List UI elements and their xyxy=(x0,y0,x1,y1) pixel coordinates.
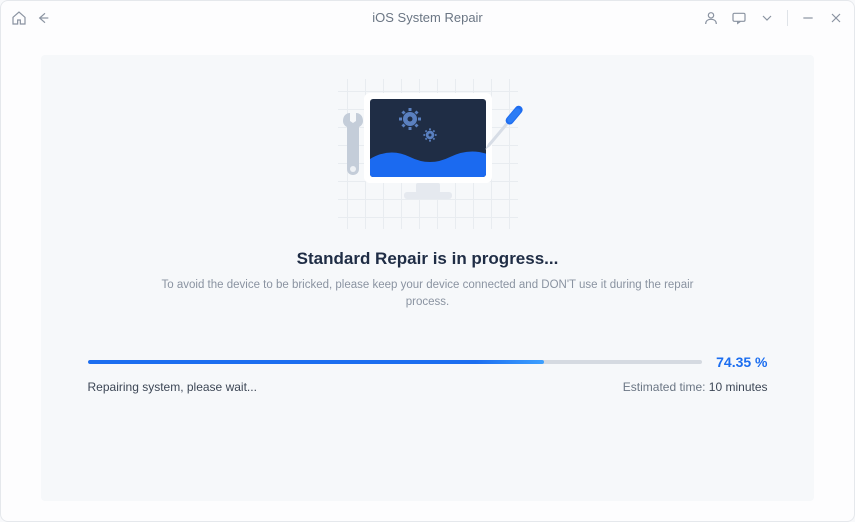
titlebar-right xyxy=(566,10,844,26)
titlebar: iOS System Repair xyxy=(1,1,854,35)
content: Standard Repair is in progress... To avo… xyxy=(1,35,854,521)
progress-status-text: Repairing system, please wait... xyxy=(88,380,257,394)
estimated-time: Estimated time: 10 minutes xyxy=(623,380,768,394)
titlebar-divider xyxy=(787,10,788,26)
wrench-icon xyxy=(336,109,376,194)
progress-heading: Standard Repair is in progress... xyxy=(297,249,559,269)
titlebar-left xyxy=(11,10,289,26)
progress-percent: 74.35 % xyxy=(716,354,767,370)
progress-area: 74.35 % Repairing system, please wait...… xyxy=(88,354,768,394)
screwdriver-icon xyxy=(470,97,530,172)
close-button[interactable] xyxy=(828,10,844,26)
repair-illustration xyxy=(338,79,518,229)
chevron-down-icon[interactable] xyxy=(759,10,775,26)
minimize-button[interactable] xyxy=(800,10,816,26)
progress-bar xyxy=(88,360,703,364)
back-icon[interactable] xyxy=(35,10,51,26)
user-icon[interactable] xyxy=(703,10,719,26)
estimated-time-label: Estimated time: xyxy=(623,380,709,394)
home-icon[interactable] xyxy=(11,10,27,26)
main-panel: Standard Repair is in progress... To avo… xyxy=(41,55,814,501)
window-title: iOS System Repair xyxy=(289,10,567,25)
estimated-time-value: 10 minutes xyxy=(709,380,768,394)
feedback-icon[interactable] xyxy=(731,10,747,26)
progress-fill xyxy=(88,360,545,364)
app-window: iOS System Repair xyxy=(0,0,855,522)
progress-subtext: To avoid the device to be bricked, pleas… xyxy=(158,277,698,312)
